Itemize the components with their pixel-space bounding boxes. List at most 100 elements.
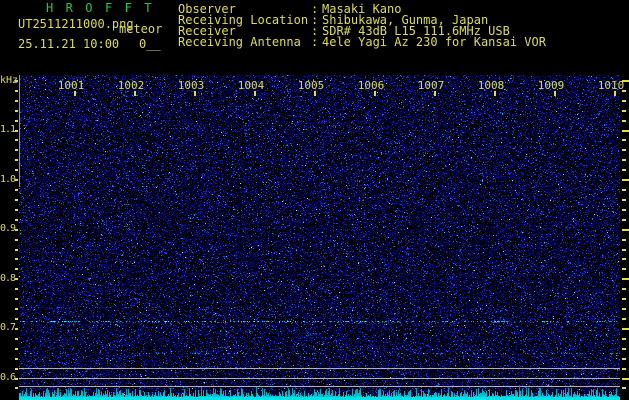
- freq-minor-tick-right: [622, 298, 626, 300]
- time-axis-label: 1004: [237, 79, 265, 92]
- freq-minor-tick-right: [622, 239, 626, 241]
- time-axis-label: 1005: [297, 79, 325, 92]
- freq-minor-tick: [15, 120, 18, 122]
- freq-minor-tick: [15, 90, 18, 92]
- time-minute-tick: [614, 91, 616, 96]
- time-minute-tick: [254, 91, 256, 96]
- app-title: H R O F F T: [46, 1, 155, 15]
- freq-minor-tick-right: [622, 100, 626, 102]
- freq-major-tick-right: [622, 278, 629, 280]
- station-info-row-antenna: Receiving Antenna:4ele Yagi Az 230 for K…: [178, 35, 546, 49]
- freq-minor-tick-right: [622, 368, 626, 370]
- freq-minor-tick-right: [622, 120, 626, 122]
- freq-minor-tick: [15, 378, 18, 380]
- spectrogram-canvas: [19, 75, 620, 400]
- freq-minor-tick-right: [622, 209, 626, 211]
- time-minute-tick: [554, 91, 556, 96]
- info-label: Receiving Antenna: [178, 35, 301, 49]
- freq-minor-tick-right: [622, 139, 626, 141]
- echo-counter: 0__: [139, 37, 161, 51]
- datetime-label: 25.11.21 10:00: [18, 37, 120, 51]
- mode-label: meteor: [119, 22, 163, 36]
- freq-minor-tick: [15, 249, 18, 251]
- freq-minor-tick: [15, 149, 18, 151]
- freq-minor-tick-right: [622, 110, 626, 112]
- freq-minor-tick: [15, 268, 18, 270]
- info-value: 4ele Yagi Az 230 for Kansai VOR: [322, 35, 546, 49]
- freq-minor-tick: [15, 100, 18, 102]
- freq-minor-tick-right: [622, 159, 626, 161]
- freq-major-tick-right: [622, 229, 629, 231]
- freq-minor-tick-right: [622, 189, 626, 191]
- time-minute-tick: [74, 91, 76, 96]
- freq-minor-tick: [15, 258, 18, 260]
- time-axis-label: 1003: [177, 79, 205, 92]
- freq-minor-tick: [15, 308, 18, 310]
- capture-filename: UT2511211000.png: [18, 17, 134, 31]
- freq-minor-tick: [15, 288, 18, 290]
- freq-minor-tick: [15, 348, 18, 350]
- freq-minor-tick: [15, 110, 18, 112]
- time-axis-label: 1008: [477, 79, 505, 92]
- time-minute-tick: [134, 91, 136, 96]
- freq-minor-tick-right: [622, 358, 626, 360]
- freq-minor-tick-right: [622, 249, 626, 251]
- freq-axis-label: 0.8: [0, 272, 16, 284]
- freq-minor-tick-right: [622, 288, 626, 290]
- freq-minor-tick: [15, 278, 18, 280]
- freq-minor-tick: [15, 189, 18, 191]
- freq-minor-tick-right: [622, 348, 626, 350]
- info-separator: :: [311, 35, 319, 49]
- freq-major-tick-right: [622, 378, 629, 380]
- freq-minor-tick-right: [622, 387, 626, 389]
- time-minute-tick: [434, 91, 436, 96]
- time-axis-label: 1001: [57, 79, 85, 92]
- freq-major-tick-right: [622, 130, 629, 132]
- freq-minor-tick-right: [622, 268, 626, 270]
- freq-minor-tick-right: [622, 338, 626, 340]
- time-minute-tick: [314, 91, 316, 96]
- freq-axis-label: 0.6: [0, 372, 16, 383]
- freq-minor-tick: [15, 80, 18, 82]
- freq-minor-tick: [15, 199, 18, 201]
- freq-axis-label: 1.0: [0, 173, 16, 185]
- freq-minor-tick: [15, 387, 18, 389]
- time-axis-label: 1002: [117, 79, 145, 92]
- freq-minor-tick: [15, 239, 18, 241]
- freq-minor-tick-right: [622, 258, 626, 260]
- time-minute-tick: [494, 91, 496, 96]
- freq-minor-tick-right: [622, 219, 626, 221]
- freq-minor-tick: [15, 229, 18, 231]
- freq-minor-tick: [15, 219, 18, 221]
- freq-minor-tick: [15, 169, 18, 171]
- time-minute-tick: [194, 91, 196, 96]
- freq-minor-tick: [15, 338, 18, 340]
- freq-axis-label: 0.7: [0, 322, 16, 334]
- time-minute-tick: [374, 91, 376, 96]
- time-axis-label: 1006: [357, 79, 385, 92]
- freq-minor-tick: [15, 358, 18, 360]
- freq-minor-tick: [15, 368, 18, 370]
- freq-minor-tick-right: [622, 149, 626, 151]
- freq-minor-tick: [15, 209, 18, 211]
- freq-minor-tick: [15, 139, 18, 141]
- time-axis-label: 1010: [597, 79, 625, 92]
- freq-minor-tick-right: [622, 308, 626, 310]
- freq-minor-tick: [15, 179, 18, 181]
- freq-major-tick-right: [622, 179, 629, 181]
- freq-minor-tick-right: [622, 199, 626, 201]
- freq-minor-tick-right: [622, 169, 626, 171]
- freq-axis-label: 0.9: [0, 223, 16, 235]
- freq-minor-tick: [15, 318, 18, 320]
- hrofft-screen: H R O F F T UT2511211000.png meteor 25.1…: [0, 0, 629, 400]
- station-info: Observer: Masaki Kano Receiving Location:…: [178, 3, 546, 49]
- freq-minor-tick: [15, 298, 18, 300]
- freq-minor-tick: [15, 130, 18, 132]
- freq-major-tick-right: [622, 328, 629, 330]
- time-axis-label: 1007: [417, 79, 445, 92]
- freq-axis-label: 1.1: [0, 124, 16, 135]
- freq-minor-tick: [15, 159, 18, 161]
- freq-minor-tick: [15, 328, 18, 330]
- freq-minor-tick-right: [622, 318, 626, 320]
- time-axis-label: 1009: [537, 79, 565, 92]
